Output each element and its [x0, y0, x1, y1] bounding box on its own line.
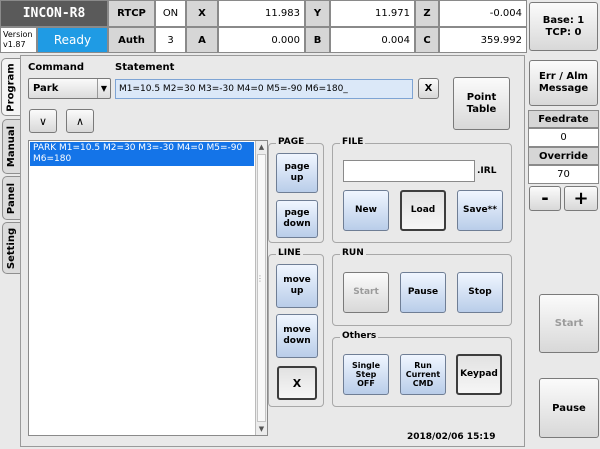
b-value: 0.004	[330, 27, 415, 53]
override-value: 70	[528, 165, 599, 184]
tab-program[interactable]: Program	[1, 58, 20, 116]
scroll-up-icon[interactable]: ▲	[256, 141, 267, 153]
tab-manual[interactable]: Manual	[2, 119, 20, 174]
run-current-cmd-button[interactable]: Run Current CMD	[400, 354, 446, 395]
statement-input[interactable]	[115, 79, 413, 99]
y-value: 11.971	[330, 0, 415, 27]
pause-button[interactable]: Pause	[539, 378, 599, 438]
status-badge: Ready	[37, 27, 108, 53]
page-down-button[interactable]: page down	[276, 200, 318, 238]
select-up-button[interactable]: ∧	[66, 109, 94, 133]
base-tcp-button[interactable]: Base: 1 TCP: 0	[529, 2, 598, 51]
z-label: Z	[415, 0, 439, 27]
command-select[interactable]: Park ▼	[28, 78, 111, 99]
a-label: A	[186, 27, 218, 53]
scroll-down-icon[interactable]: ▼	[256, 423, 267, 435]
page-up-button[interactable]: page up	[276, 153, 318, 193]
a-value: 0.000	[218, 27, 305, 53]
move-down-button[interactable]: move down	[276, 314, 318, 358]
load-file-button[interactable]: Load	[400, 190, 446, 231]
run-group-title: RUN	[340, 248, 366, 258]
start-button[interactable]: Start	[539, 294, 599, 353]
run-start-button[interactable]: Start	[343, 272, 389, 313]
feedrate-value: 0	[528, 128, 599, 147]
line-group-title: LINE	[276, 248, 303, 258]
err-alm-message-button[interactable]: Err / Alm Message	[529, 60, 598, 106]
tcp-label: TCP: 0	[545, 26, 582, 38]
chevron-down-icon: ▼	[97, 79, 110, 98]
version-value: v1.87	[3, 40, 26, 49]
c-value: 359.992	[439, 27, 527, 53]
datetime-display: 2018/02/06 15:19	[407, 432, 496, 442]
page-group-title: PAGE	[276, 137, 307, 147]
list-item[interactable]: PARK M1=10.5 M2=30 M3=-30 M4=0 M5=-90 M6…	[30, 142, 254, 166]
filename-input[interactable]	[343, 160, 475, 182]
new-file-button[interactable]: New	[343, 190, 389, 231]
auth-value: 3	[155, 27, 186, 53]
override-minus-button[interactable]: -	[529, 186, 561, 211]
save-file-button[interactable]: Save**	[457, 190, 503, 231]
splitter-grip-icon[interactable]: ⋮⋮	[256, 275, 272, 291]
auth-label: Auth	[108, 27, 155, 53]
x-value: 11.983	[218, 0, 305, 27]
file-group-title: FILE	[340, 137, 366, 147]
z-value: -0.004	[439, 0, 527, 27]
clear-statement-button[interactable]: X	[418, 78, 439, 99]
move-up-button[interactable]: move up	[276, 264, 318, 308]
others-group-title: Others	[340, 331, 379, 341]
tab-setting[interactable]: Setting	[2, 222, 20, 274]
rtcp-label: RTCP	[108, 0, 155, 27]
command-select-value: Park	[33, 83, 59, 94]
keypad-button[interactable]: Keypad	[456, 354, 502, 395]
select-down-button[interactable]: ∨	[29, 109, 57, 133]
base-label: Base: 1	[542, 14, 585, 26]
version-box: Version v1.87	[0, 27, 37, 53]
y-label: Y	[305, 0, 330, 27]
statement-label: Statement	[115, 62, 175, 73]
file-extension: .IRL	[477, 166, 497, 176]
delete-line-button[interactable]: X	[277, 366, 317, 400]
x-label: X	[186, 0, 218, 27]
point-table-button[interactable]: Point Table	[453, 77, 510, 130]
version-label: Version	[3, 30, 33, 39]
feedrate-label: Feedrate	[528, 110, 599, 128]
b-label: B	[305, 27, 330, 53]
override-label: Override	[528, 147, 599, 165]
program-list[interactable]: PARK M1=10.5 M2=30 M3=-30 M4=0 M5=-90 M6…	[28, 140, 268, 436]
tab-panel[interactable]: Panel	[2, 176, 20, 220]
app-title: INCON-R8	[0, 0, 108, 27]
c-label: C	[415, 27, 439, 53]
command-label: Command	[28, 62, 85, 73]
single-step-button[interactable]: Single Step OFF	[343, 354, 389, 395]
run-stop-button[interactable]: Stop	[457, 272, 503, 313]
run-pause-button[interactable]: Pause	[400, 272, 446, 313]
override-plus-button[interactable]: +	[564, 186, 598, 211]
rtcp-value: ON	[155, 0, 186, 27]
